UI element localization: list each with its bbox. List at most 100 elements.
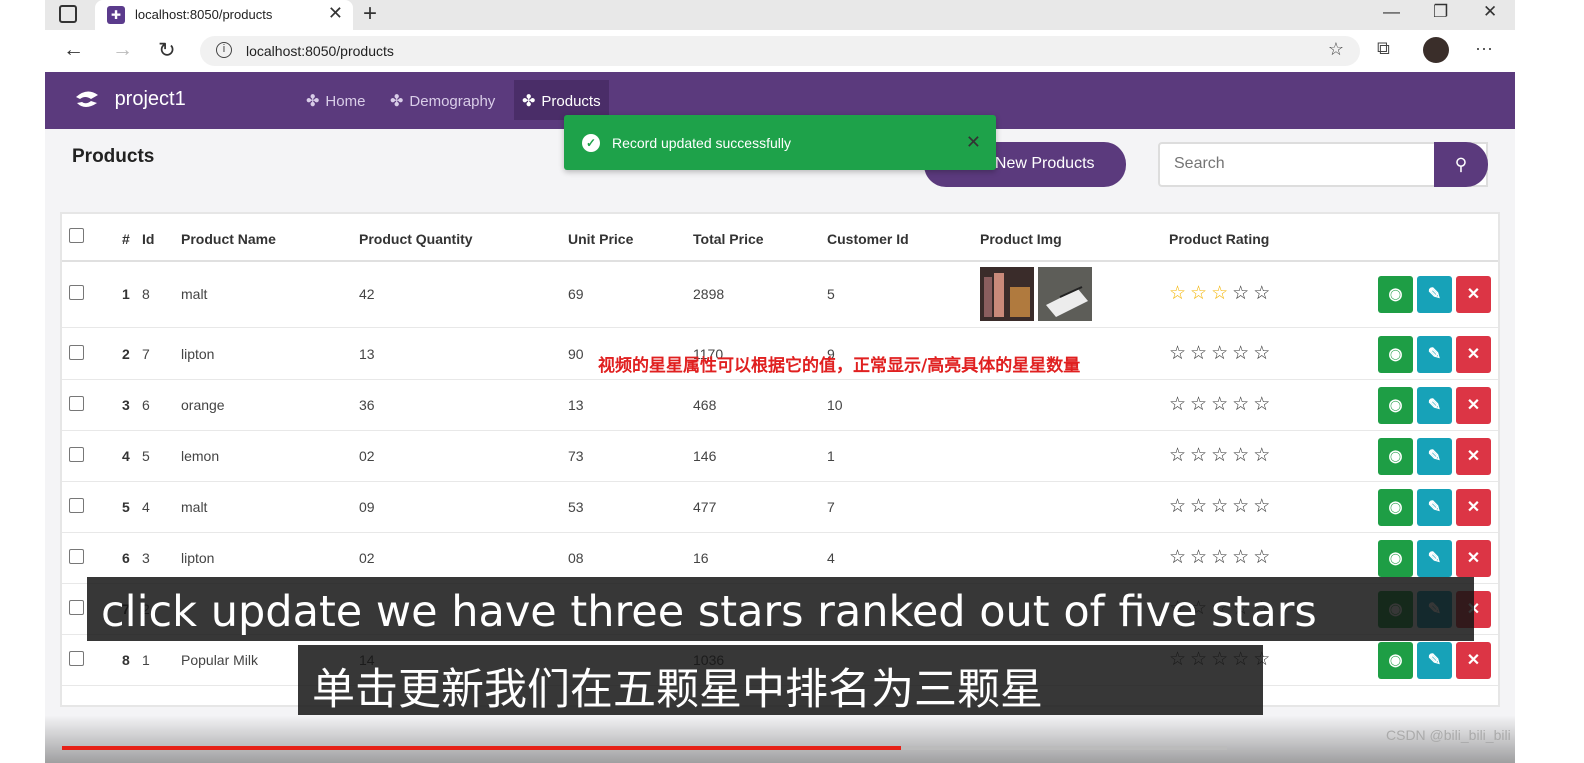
row-checkbox[interactable]	[69, 549, 84, 564]
star-icon[interactable]: ☆	[1211, 445, 1232, 466]
view-button[interactable]: ◉	[1378, 642, 1413, 679]
star-icon[interactable]: ☆	[1190, 547, 1211, 568]
video-progress-bar[interactable]	[62, 746, 1227, 750]
row-checkbox[interactable]	[69, 447, 84, 462]
delete-button[interactable]: ✕	[1456, 489, 1491, 526]
star-icon[interactable]: ☆	[1253, 394, 1274, 415]
star-icon[interactable]: ☆	[1253, 343, 1274, 364]
star-icon[interactable]: ☆	[1169, 343, 1190, 364]
star-icon[interactable]: ☆	[1211, 343, 1232, 364]
star-icon[interactable]: ☆	[1190, 394, 1211, 415]
star-icon[interactable]: ☆	[1190, 283, 1211, 304]
select-all-checkbox[interactable]	[69, 228, 84, 243]
star-rating[interactable]: ☆☆☆☆☆	[1169, 393, 1274, 416]
star-icon[interactable]: ☆	[1253, 547, 1274, 568]
star-icon[interactable]: ☆	[1211, 283, 1232, 304]
forward-icon[interactable]: →	[112, 38, 133, 62]
edit-button[interactable]: ✎	[1417, 642, 1452, 679]
delete-button[interactable]: ✕	[1456, 642, 1491, 679]
view-button[interactable]: ◉	[1378, 387, 1413, 424]
profile-avatar[interactable]	[1423, 37, 1449, 63]
row-checkbox[interactable]	[69, 396, 84, 411]
browser-tab[interactable]: ✚ localhost:8050/products ✕	[95, 0, 353, 30]
star-icon[interactable]: ☆	[1169, 394, 1190, 415]
row-checkbox[interactable]	[69, 345, 84, 360]
star-rating[interactable]: ☆☆☆☆☆	[1169, 342, 1274, 365]
star-icon[interactable]: ☆	[1190, 343, 1211, 364]
star-icon[interactable]: ☆	[1169, 283, 1190, 304]
delete-button[interactable]: ✕	[1456, 387, 1491, 424]
row-id: 6	[142, 397, 150, 413]
edit-button[interactable]: ✎	[1417, 336, 1452, 373]
delete-button[interactable]: ✕	[1456, 276, 1491, 313]
delete-button[interactable]: ✕	[1456, 336, 1491, 373]
edit-button[interactable]: ✎	[1417, 387, 1452, 424]
row-customer-id: 7	[827, 499, 835, 515]
star-icon[interactable]: ☆	[1253, 283, 1274, 304]
row-unit-price: 90	[568, 346, 584, 362]
star-icon[interactable]: ☆	[1232, 445, 1253, 466]
view-button[interactable]: ◉	[1378, 540, 1413, 577]
star-rating[interactable]: ☆☆☆☆☆	[1169, 495, 1274, 518]
view-button[interactable]: ◉	[1378, 489, 1413, 526]
delete-button[interactable]: ✕	[1456, 438, 1491, 475]
star-icon[interactable]: ☆	[1169, 445, 1190, 466]
window-close-icon[interactable]: ✕	[1483, 2, 1497, 22]
star-icon[interactable]: ☆	[1169, 496, 1190, 517]
edit-button[interactable]: ✎	[1417, 489, 1452, 526]
restore-icon[interactable]: ❐	[1433, 2, 1448, 22]
view-button[interactable]: ◉	[1378, 438, 1413, 475]
star-icon[interactable]: ☆	[1211, 496, 1232, 517]
col-header-product-img: Product Img	[980, 231, 1062, 247]
close-tab-icon[interactable]: ✕	[328, 3, 343, 24]
star-icon[interactable]: ☆	[1253, 445, 1274, 466]
product-image-1[interactable]	[980, 267, 1034, 321]
nav-products[interactable]: ✤ Products	[514, 80, 609, 120]
star-icon[interactable]: ☆	[1232, 547, 1253, 568]
reload-icon[interactable]: ↻	[158, 38, 176, 63]
site-info-icon[interactable]: i	[216, 42, 232, 58]
row-quantity: 02	[359, 550, 375, 566]
row-total-price: 477	[693, 499, 717, 515]
nav-home[interactable]: ✤ Home	[298, 80, 373, 120]
row-product-name: Popular Milk	[181, 652, 259, 668]
star-icon[interactable]: ☆	[1169, 547, 1190, 568]
star-icon[interactable]: ☆	[1211, 394, 1232, 415]
star-rating[interactable]: ☆☆☆☆☆	[1169, 282, 1274, 305]
row-checkbox[interactable]	[69, 651, 84, 666]
search-button[interactable]: ⚲	[1434, 142, 1488, 187]
more-menu-icon[interactable]: ···	[1475, 38, 1493, 59]
star-icon[interactable]: ☆	[1190, 445, 1211, 466]
star-icon[interactable]: ☆	[1211, 547, 1232, 568]
row-checkbox[interactable]	[69, 285, 84, 300]
brand[interactable]: project1	[73, 88, 186, 111]
star-icon[interactable]: ☆	[1232, 496, 1253, 517]
delete-button[interactable]: ✕	[1456, 540, 1491, 577]
url-field[interactable]: i localhost:8050/products ☆	[200, 36, 1360, 66]
new-tab-icon[interactable]: +	[363, 0, 377, 28]
row-checkbox[interactable]	[69, 600, 84, 615]
edit-button[interactable]: ✎	[1417, 540, 1452, 577]
product-image-2[interactable]	[1038, 267, 1092, 321]
star-icon[interactable]: ☆	[1232, 394, 1253, 415]
pencil-icon: ✎	[1427, 286, 1442, 303]
toast-close-icon[interactable]: ✕	[966, 132, 981, 153]
star-icon[interactable]: ☆	[1232, 283, 1253, 304]
minimize-icon[interactable]: —	[1383, 2, 1400, 22]
edit-button[interactable]: ✎	[1417, 276, 1452, 313]
star-rating[interactable]: ☆☆☆☆☆	[1169, 444, 1274, 467]
tab-actions-icon[interactable]	[59, 5, 77, 23]
collections-icon[interactable]: ⧉	[1377, 38, 1390, 59]
favorite-star-icon[interactable]: ☆	[1328, 39, 1344, 60]
star-icon[interactable]: ☆	[1232, 343, 1253, 364]
star-rating[interactable]: ☆☆☆☆☆	[1169, 546, 1274, 569]
view-button[interactable]: ◉	[1378, 276, 1413, 313]
star-icon[interactable]: ☆	[1190, 496, 1211, 517]
nav-demography[interactable]: ✤ Demography	[382, 80, 503, 120]
edit-button[interactable]: ✎	[1417, 438, 1452, 475]
view-button[interactable]: ◉	[1378, 336, 1413, 373]
back-icon[interactable]: ←	[63, 38, 84, 62]
row-checkbox[interactable]	[69, 498, 84, 513]
star-icon[interactable]: ☆	[1253, 496, 1274, 517]
search-input[interactable]	[1160, 144, 1430, 184]
